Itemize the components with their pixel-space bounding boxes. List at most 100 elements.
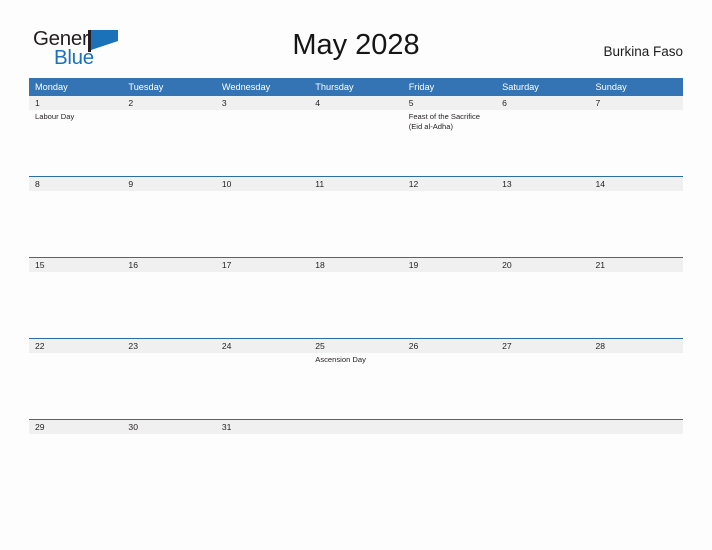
day-events-list	[216, 191, 309, 193]
day-events-cell[interactable]	[590, 434, 683, 456]
day-events-list	[216, 110, 309, 112]
week-event-band: Ascension Day	[29, 353, 683, 419]
day-cell[interactable]: 21	[589, 258, 683, 272]
day-number: 1	[29, 96, 123, 110]
day-events-list: Labour Day	[29, 110, 122, 122]
day-events-cell[interactable]	[29, 272, 122, 338]
day-events-cell[interactable]	[216, 110, 309, 176]
day-events-cell[interactable]	[309, 434, 402, 456]
day-number: 13	[496, 177, 590, 191]
day-cell[interactable]: 11	[309, 177, 403, 191]
week-event-band	[29, 272, 683, 338]
day-events-list	[403, 272, 496, 274]
day-cell[interactable]: 6	[496, 96, 590, 110]
day-events-list	[309, 434, 402, 436]
holiday-event: Ascension Day	[315, 355, 366, 364]
day-cell[interactable]: 20	[496, 258, 590, 272]
day-cell[interactable]: 14	[589, 177, 683, 191]
day-cell[interactable]: 22	[29, 339, 123, 353]
day-cell[interactable]: 9	[122, 177, 216, 191]
day-events-cell[interactable]	[29, 353, 122, 419]
day-events-cell[interactable]	[216, 353, 309, 419]
day-events-cell[interactable]	[122, 272, 215, 338]
day-cell[interactable]: 17	[215, 258, 310, 272]
weekday-header-row: Monday Tuesday Wednesday Thursday Friday Satu…	[29, 78, 683, 96]
day-cell[interactable]: 13	[496, 177, 590, 191]
day-events-cell[interactable]	[122, 110, 215, 176]
day-events-cell[interactable]	[590, 110, 683, 176]
day-events-cell[interactable]	[496, 272, 589, 338]
day-events-list	[590, 434, 683, 436]
day-number: 6	[496, 96, 590, 110]
weekday-header-wednesday: Wednesday	[221, 82, 271, 92]
day-events-cell[interactable]	[403, 272, 496, 338]
day-cell[interactable]: 4	[309, 96, 403, 110]
day-cell[interactable]: 19	[402, 258, 497, 272]
day-events-cell[interactable]	[590, 272, 683, 338]
day-events-cell[interactable]	[590, 191, 683, 257]
day-events-cell[interactable]	[309, 191, 402, 257]
day-number: 11	[309, 177, 403, 191]
day-events-cell[interactable]	[496, 353, 589, 419]
day-cell[interactable]: 28	[589, 339, 683, 353]
day-cell[interactable]: 5	[402, 96, 497, 110]
day-events-list	[590, 191, 683, 193]
day-events-list	[590, 110, 683, 112]
day-cell[interactable]: 7	[589, 96, 683, 110]
day-events-cell[interactable]	[29, 191, 122, 257]
day-cell[interactable]: 1	[29, 96, 123, 110]
day-events-list	[122, 110, 215, 112]
day-cell[interactable]	[496, 420, 590, 434]
day-events-cell[interactable]: Ascension Day	[309, 353, 402, 419]
day-cell[interactable]: 15	[29, 258, 123, 272]
day-cell[interactable]: 18	[309, 258, 403, 272]
day-events-cell[interactable]	[216, 272, 309, 338]
holiday-event: Feast of the Sacrifice (Eid al-Adha)	[408, 112, 481, 131]
weekday-header-monday: Monday	[35, 82, 68, 92]
day-events-cell[interactable]	[403, 191, 496, 257]
day-events-list	[496, 272, 589, 274]
day-cell[interactable]: 24	[215, 339, 310, 353]
week-date-band: 8 9 10 11 12 13 14	[29, 177, 683, 191]
week-event-band	[29, 191, 683, 257]
day-cell[interactable]: 8	[29, 177, 123, 191]
page-header: General Blue May 2028 Burkina Faso	[0, 0, 712, 76]
day-events-cell[interactable]	[122, 434, 215, 456]
day-cell[interactable]: 25	[309, 339, 403, 353]
day-cell[interactable]: 29	[29, 420, 123, 434]
day-events-cell[interactable]	[216, 191, 309, 257]
day-number: 7	[589, 96, 683, 110]
day-events-cell[interactable]	[590, 353, 683, 419]
day-cell[interactable]: 16	[122, 258, 216, 272]
weekday-header-sunday: Sunday	[595, 82, 627, 92]
day-cell[interactable]: 23	[122, 339, 216, 353]
day-events-cell[interactable]: Feast of the Sacrifice (Eid al-Adha)	[403, 110, 496, 176]
day-cell[interactable]: 12	[402, 177, 497, 191]
day-events-cell[interactable]	[122, 191, 215, 257]
day-cell[interactable]: 10	[215, 177, 310, 191]
day-cell[interactable]: 30	[122, 420, 216, 434]
day-cell[interactable]: 3	[215, 96, 310, 110]
day-events-cell[interactable]	[122, 353, 215, 419]
day-events-list: Feast of the Sacrifice (Eid al-Adha)	[403, 110, 496, 131]
day-cell[interactable]: 31	[215, 420, 310, 434]
day-cell[interactable]	[309, 420, 403, 434]
day-cell[interactable]	[402, 420, 497, 434]
day-events-cell[interactable]	[309, 110, 402, 176]
day-cell[interactable]: 2	[122, 96, 216, 110]
week-date-band: 22 23 24 25 26 27 28	[29, 339, 683, 353]
day-cell[interactable]	[589, 420, 683, 434]
day-events-cell[interactable]	[29, 434, 122, 456]
day-cell[interactable]: 26	[402, 339, 497, 353]
day-number: 19	[402, 258, 497, 272]
day-events-list	[309, 272, 402, 274]
day-events-cell[interactable]	[309, 272, 402, 338]
day-events-cell[interactable]	[496, 110, 589, 176]
day-events-cell[interactable]	[403, 434, 496, 456]
day-events-cell[interactable]	[496, 434, 589, 456]
day-cell[interactable]: 27	[496, 339, 590, 353]
day-events-cell[interactable]	[496, 191, 589, 257]
day-events-cell[interactable]: Labour Day	[29, 110, 122, 176]
day-events-cell[interactable]	[216, 434, 309, 456]
day-events-cell[interactable]	[403, 353, 496, 419]
